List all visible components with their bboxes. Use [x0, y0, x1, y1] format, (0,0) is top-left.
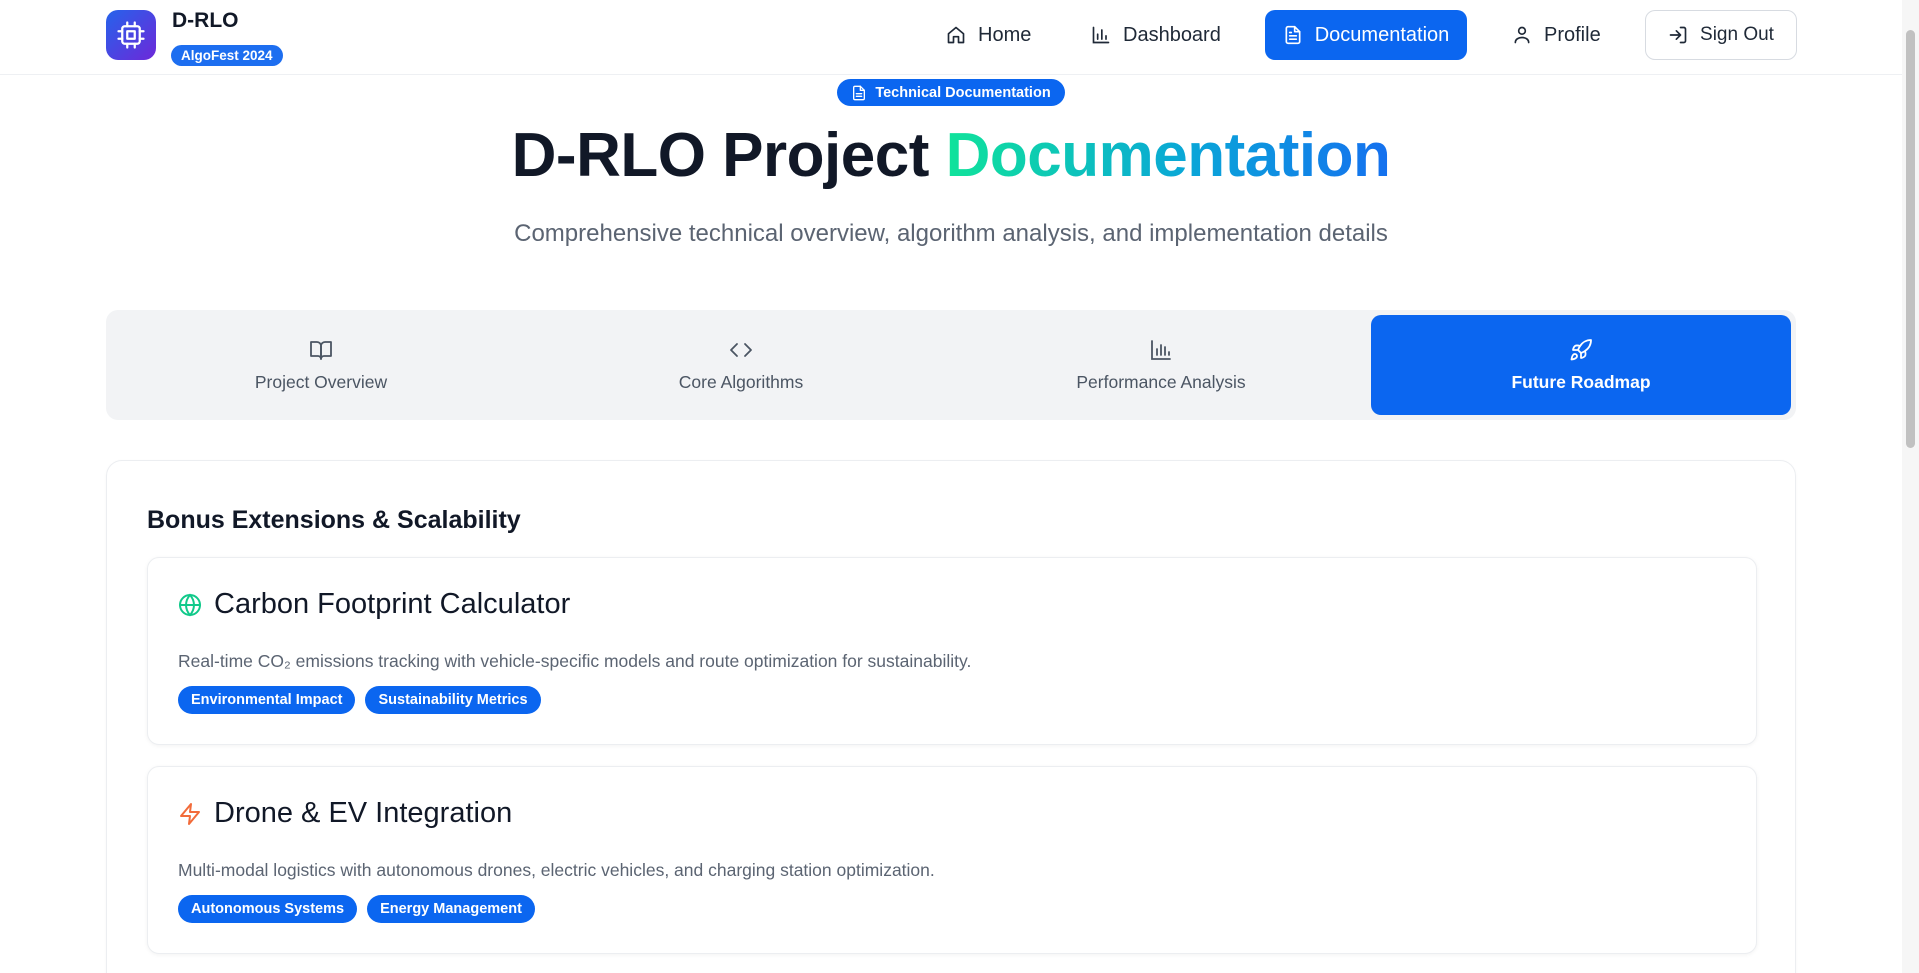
feature-tags: Autonomous Systems Energy Management [178, 895, 535, 923]
page-title-plain: D-RLO Project [511, 121, 930, 190]
tab-project-overview[interactable]: Project Overview [111, 315, 531, 415]
feature-header: Drone & EV Integration [178, 797, 512, 830]
sign-in-arrow-icon [1669, 26, 1687, 44]
nav-documentation-label: Documentation [1314, 23, 1450, 46]
nav-dashboard-link[interactable]: Dashboard [1075, 10, 1237, 60]
bar-chart-icon [1092, 26, 1110, 44]
nav-profile-link[interactable]: Profile [1496, 10, 1617, 60]
scrollbar-thumb[interactable] [1906, 30, 1915, 448]
top-navbar: D-RLO AlgoFest 2024 Home Dashboard Docum… [0, 0, 1902, 75]
brand-name[interactable]: D-RLO [172, 9, 239, 33]
section-title: Bonus Extensions & Scalability [147, 506, 521, 534]
book-open-icon [310, 340, 332, 360]
tab-label: Project Overview [254, 371, 388, 392]
nav-documentation-link[interactable]: Documentation [1265, 10, 1467, 60]
feature-description: Multi-modal logistics with autonomous dr… [178, 860, 935, 880]
sign-out-label: Sign Out [1700, 24, 1774, 45]
tab-label: Performance Analysis [1076, 371, 1246, 392]
cpu-icon[interactable] [106, 10, 156, 60]
page-scrollbar[interactable] [1902, 0, 1919, 973]
nav-profile-label: Profile [1544, 23, 1601, 46]
page-title-highlight: Documentation [945, 121, 1391, 190]
tab-future-roadmap[interactable]: Future Roadmap [1371, 315, 1791, 415]
feature-description: Real-time CO₂ emissions tracking with ve… [178, 651, 972, 671]
sign-out-button[interactable]: Sign Out [1645, 10, 1797, 60]
hero-badge-label: Technical Documentation [875, 84, 1051, 101]
page-title: D-RLO Project Documentation [0, 120, 1902, 191]
page-subtitle: Comprehensive technical overview, algori… [514, 220, 1388, 247]
event-badge: AlgoFest 2024 [171, 45, 283, 66]
tab-label: Future Roadmap [1511, 371, 1651, 392]
tab-performance-analysis[interactable]: Performance Analysis [951, 315, 1371, 415]
tag-badge: Environmental Impact [178, 686, 356, 714]
lightning-icon [180, 802, 200, 825]
tag-badge: Sustainability Metrics [365, 686, 541, 714]
feature-card-carbon-footprint: Carbon Footprint Calculator Real-time CO… [147, 557, 1757, 745]
documentation-tabs: Project Overview Core Algorithms Perform… [106, 310, 1796, 420]
feature-title: Carbon Footprint Calculator [214, 588, 571, 620]
nav-home-label: Home [978, 23, 1032, 46]
home-icon [947, 26, 965, 44]
nav-dashboard-label: Dashboard [1123, 23, 1221, 46]
rocket-icon [1570, 338, 1592, 360]
document-icon [853, 85, 866, 100]
feature-card-drone-ev: Drone & EV Integration Multi-modal logis… [147, 766, 1757, 954]
bar-chart-icon [1151, 339, 1171, 360]
globe-icon [179, 593, 201, 616]
document-icon [1285, 25, 1301, 45]
feature-header: Carbon Footprint Calculator [178, 588, 570, 621]
tab-label: Core Algorithms [678, 371, 804, 392]
feature-title: Drone & EV Integration [214, 797, 513, 829]
tag-badge: Energy Management [367, 895, 535, 923]
user-icon [1514, 26, 1530, 44]
tag-badge: Autonomous Systems [178, 895, 358, 923]
nav-home-link[interactable]: Home [930, 10, 1047, 60]
technical-documentation-badge: Technical Documentation [837, 79, 1065, 106]
tab-core-algorithms[interactable]: Core Algorithms [531, 315, 951, 415]
code-icon [730, 342, 752, 357]
feature-tags: Environmental Impact Sustainability Metr… [178, 686, 541, 714]
